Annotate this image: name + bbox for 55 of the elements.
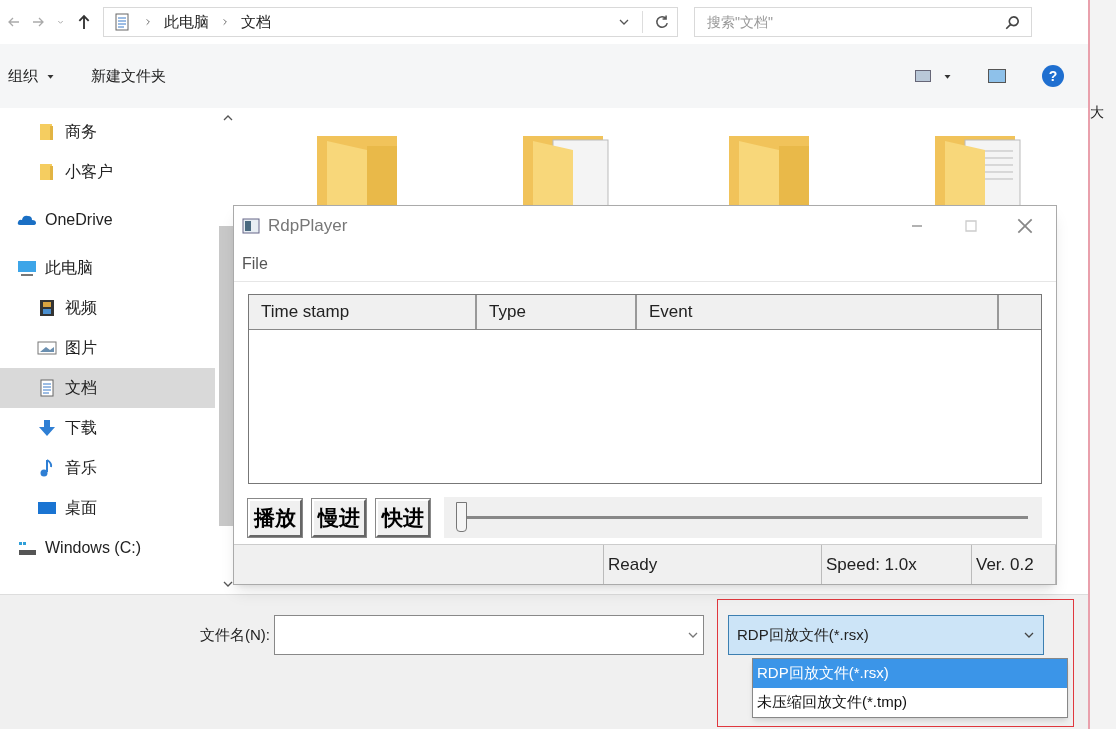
- column-header[interactable]: Event: [637, 295, 999, 329]
- slider-thumb[interactable]: [456, 502, 467, 532]
- chevron-icon[interactable]: [144, 17, 152, 27]
- status-text: Ready: [604, 545, 822, 584]
- drive-icon: [17, 539, 37, 557]
- status-text: Ver. 0.2: [972, 545, 1056, 584]
- document-icon: [37, 379, 57, 397]
- address-bar[interactable]: 此电脑 文档: [103, 7, 678, 37]
- sidebar-item[interactable]: 图片: [0, 328, 215, 368]
- up-arrow-icon[interactable]: [77, 14, 91, 30]
- app-icon: [242, 218, 260, 234]
- chevron-icon[interactable]: [221, 17, 229, 27]
- file-type-select[interactable]: RDP回放文件(*.rsx): [728, 615, 1044, 655]
- breadcrumb-item[interactable]: 此电脑: [164, 10, 209, 34]
- filename-label: 文件名(N):: [200, 625, 270, 645]
- playback-button[interactable]: 播放: [248, 498, 302, 537]
- new-folder-button[interactable]: 新建文件夹: [91, 64, 166, 88]
- close-icon[interactable]: [1017, 218, 1033, 234]
- search-field[interactable]: 搜索"文档": [694, 7, 1032, 37]
- view-options-icon[interactable]: [915, 70, 952, 82]
- search-icon[interactable]: [1005, 15, 1020, 30]
- filename-field[interactable]: [274, 615, 704, 655]
- document-icon: [112, 13, 132, 31]
- back-icon[interactable]: [8, 16, 20, 28]
- sidebar-item[interactable]: OneDrive: [0, 200, 215, 240]
- organize-menu[interactable]: 组织: [8, 64, 55, 88]
- sidebar-item[interactable]: 桌面: [0, 488, 215, 528]
- film-icon: [37, 299, 57, 317]
- desktop-icon: [37, 499, 57, 517]
- sidebar-item[interactable]: 此电脑: [0, 248, 215, 288]
- sidebar-item[interactable]: 小客户: [0, 152, 215, 192]
- forward-icon[interactable]: [32, 16, 44, 28]
- sidebar-item[interactable]: 下载: [0, 408, 215, 448]
- menu-item[interactable]: File: [242, 251, 268, 276]
- picture-icon: [37, 339, 57, 357]
- edge-text: 大: [1090, 104, 1104, 120]
- breadcrumb-item[interactable]: 文档: [241, 10, 271, 34]
- sidebar-item[interactable]: Windows (C:): [0, 528, 215, 568]
- dropdown-option[interactable]: 未压缩回放文件(*.tmp): [753, 688, 1067, 717]
- refresh-icon[interactable]: [655, 15, 669, 29]
- playback-button[interactable]: 快进: [376, 498, 430, 537]
- sidebar-item[interactable]: 视频: [0, 288, 215, 328]
- down-arrow-icon: [37, 419, 57, 437]
- help-icon[interactable]: ?: [1042, 65, 1064, 87]
- monitor-icon: [17, 259, 37, 277]
- sidebar-item[interactable]: 音乐: [0, 448, 215, 488]
- sidebar-item[interactable]: 文档: [0, 368, 215, 408]
- column-header[interactable]: Time stamp: [249, 295, 477, 329]
- playback-slider[interactable]: [444, 497, 1042, 538]
- preview-pane-icon[interactable]: [988, 69, 1006, 83]
- sidebar-item[interactable]: 商务: [0, 112, 215, 152]
- playback-button[interactable]: 慢进: [312, 498, 366, 537]
- status-text: Speed: 1.0x: [822, 545, 972, 584]
- window-title: RdpPlayer: [268, 215, 348, 238]
- column-header[interactable]: Type: [477, 295, 637, 329]
